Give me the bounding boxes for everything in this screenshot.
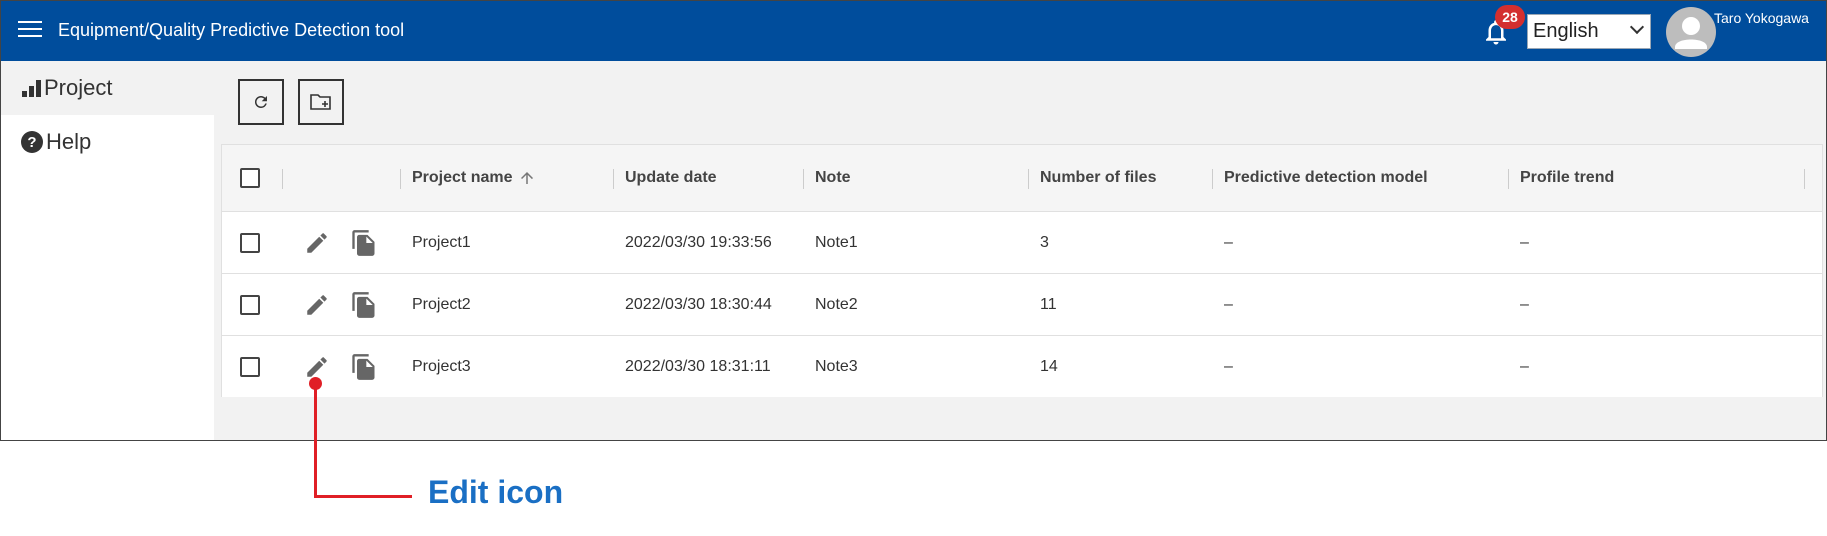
language-select[interactable]: English: [1527, 14, 1651, 49]
sidebar-item-project[interactable]: Project: [1, 61, 214, 115]
new-folder-icon: [310, 94, 331, 110]
svg-text:?: ?: [27, 134, 36, 151]
top-app-bar: Equipment/Quality Predictive Detection t…: [1, 1, 1826, 61]
hamburger-menu-icon[interactable]: [18, 21, 42, 39]
column-header-number-of-files[interactable]: Number of files: [1040, 145, 1156, 211]
table-row[interactable]: Project3 2022/03/30 18:31:11 Note3 14 – …: [222, 336, 1822, 398]
copy-icon[interactable]: [350, 291, 378, 319]
refresh-icon: [254, 95, 267, 108]
annotation-leader-line: [314, 495, 412, 498]
chevron-down-icon: [1629, 19, 1645, 35]
table-empty-area: [221, 397, 1823, 440]
row-checkbox[interactable]: [240, 294, 260, 315]
note-cell: Note3: [815, 357, 858, 375]
select-all-checkbox[interactable]: [240, 168, 260, 188]
sidebar-item-label: Help: [46, 129, 92, 154]
language-select-value: English: [1533, 20, 1599, 42]
edit-icon[interactable]: [304, 230, 330, 256]
sidebar-item-label: Project: [44, 75, 113, 100]
user-name: Taro Yokogawa: [1714, 10, 1809, 26]
update-date-cell: 2022/03/30 19:33:56: [625, 233, 772, 251]
profile-trend-cell: –: [1520, 295, 1529, 313]
annotation-marker-dot: [309, 377, 322, 390]
sort-arrow-up-icon: [521, 172, 534, 184]
number-of-files-cell: 14: [1040, 357, 1058, 375]
app-title: Equipment/Quality Predictive Detection t…: [58, 20, 405, 40]
row-checkbox[interactable]: [240, 232, 260, 253]
predictive-model-cell: –: [1224, 295, 1233, 313]
edit-icon[interactable]: [304, 292, 330, 318]
edit-icon[interactable]: [304, 354, 330, 380]
notification-count-badge: 28: [1495, 5, 1525, 29]
update-date-cell: 2022/03/30 18:31:11: [625, 357, 771, 375]
bar-chart-icon: [22, 80, 41, 97]
copy-icon[interactable]: [350, 229, 378, 257]
column-header-update-date[interactable]: Update date: [625, 145, 717, 211]
copy-icon[interactable]: [350, 353, 378, 381]
refresh-button[interactable]: [238, 79, 284, 125]
help-icon: ?: [21, 131, 43, 153]
predictive-model-cell: –: [1224, 233, 1233, 251]
user-avatar[interactable]: [1666, 7, 1716, 57]
note-cell: Note2: [815, 295, 858, 313]
column-header-note[interactable]: Note: [815, 145, 851, 211]
table-row[interactable]: Project1 2022/03/30 19:33:56 Note1 3 – –: [222, 212, 1822, 274]
profile-trend-cell: –: [1520, 357, 1529, 375]
column-header-predictive-detection-model[interactable]: Predictive detection model: [1224, 145, 1428, 211]
number-of-files-cell: 3: [1040, 233, 1049, 251]
annotation-leader-line: [314, 383, 317, 498]
update-date-cell: 2022/03/30 18:30:44: [625, 295, 772, 313]
app-window: Equipment/Quality Predictive Detection t…: [0, 0, 1827, 441]
table-header: Project name Update date Note Number of …: [222, 145, 1822, 212]
project-name-cell: Project1: [412, 233, 471, 251]
person-icon: [1675, 17, 1707, 49]
number-of-files-cell: 11: [1040, 295, 1057, 313]
column-header-profile-trend[interactable]: Profile trend: [1520, 145, 1614, 211]
sidebar: Project ? Help: [1, 61, 214, 440]
select-all-cell: [240, 145, 260, 211]
predictive-model-cell: –: [1224, 357, 1233, 375]
project-name-cell: Project2: [412, 295, 471, 313]
annotation-label: Edit icon: [428, 474, 564, 510]
note-cell: Note1: [815, 233, 858, 251]
table-row[interactable]: Project2 2022/03/30 18:30:44 Note2 11 – …: [222, 274, 1822, 336]
sidebar-item-help[interactable]: ? Help: [1, 115, 214, 169]
project-name-cell: Project3: [412, 357, 471, 375]
profile-trend-cell: –: [1520, 233, 1529, 251]
row-checkbox[interactable]: [240, 356, 260, 377]
column-header-project-name[interactable]: Project name: [412, 145, 536, 211]
project-table: Project name Update date Note Number of …: [221, 144, 1823, 398]
new-folder-button[interactable]: [298, 79, 344, 125]
